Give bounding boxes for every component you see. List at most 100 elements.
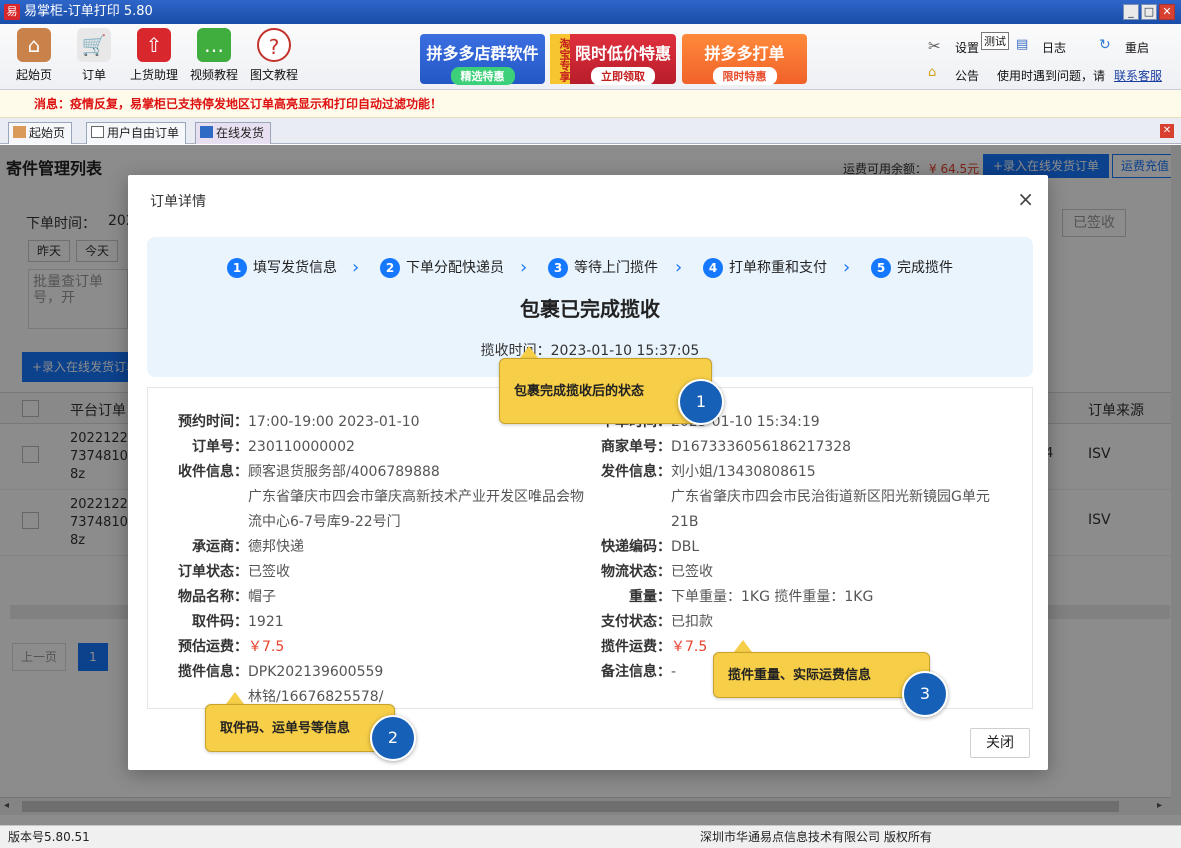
notice-link[interactable]: 公告 <box>955 67 979 84</box>
step-2: 2 下单分配快递员 <box>380 257 504 279</box>
field-value: DBL <box>671 539 700 555</box>
help-text: 使用时遇到问题，请 <box>997 69 1106 83</box>
field-label: 物品名称： <box>178 589 248 605</box>
settings-icon: ✂ <box>928 37 941 55</box>
restart-link[interactable]: 重启 <box>1125 39 1149 56</box>
field-label: 取件码： <box>192 614 248 630</box>
message-label: 消息： <box>34 97 71 111</box>
detail-left-row: 广东省肇庆市四会市肇庆高新技术产业开发区唯品会物 <box>178 487 584 507</box>
toolbar-orders-button[interactable]: 🛒 订单 <box>66 28 122 83</box>
tab-online-shipping-label: 在线发货 <box>216 126 265 140</box>
step-number: 1 <box>227 258 247 278</box>
chat-bubble-icon: … <box>197 28 231 62</box>
callout-1: 包裹完成揽收后的状态 1 <box>499 358 724 425</box>
copyright-text: 深圳市华通易点信息技术有限公司 版权所有 <box>700 830 932 844</box>
estimated-freight-value: ￥7.5 <box>248 639 285 655</box>
progress-steps-panel: 1 填写发货信息 › 2 下单分配快递员 › 3 等待上门揽件 › 4 打单称重和支付 … <box>147 237 1033 377</box>
banner-1-title: 拼多多店群软件 <box>426 44 539 63</box>
detail-left-row: 流中心6-7号库9-22号门 <box>178 512 401 532</box>
test-badge[interactable]: 测试 <box>981 32 1009 50</box>
detail-left-row: 预约时间：17:00-19:00 2023-01-10 <box>178 412 420 432</box>
chevron-right-icon: › <box>352 257 360 278</box>
field-value: 流中心6-7号库9-22号门 <box>248 514 401 530</box>
field-label: 订单状态： <box>178 564 248 580</box>
close-tab-icon[interactable]: ✕ <box>1160 124 1174 138</box>
home-icon: ⌂ <box>17 28 51 62</box>
restart-icon: ↻ <box>1099 37 1111 53</box>
modal-title: 订单详情 <box>150 194 206 210</box>
settings-link[interactable]: 设置 <box>955 39 979 56</box>
detail-right-row: 物流状态：已签收 <box>601 562 713 582</box>
minimize-button[interactable]: _ <box>1123 4 1139 20</box>
banner-taobao-discount[interactable]: 淘宝专享 限时低价特惠 立即领取 <box>550 34 676 85</box>
field-label: 物流状态： <box>601 564 671 580</box>
pickup-freight-value: ￥7.5 <box>671 639 708 655</box>
banner-3-sub: 限时特惠 <box>712 67 777 85</box>
banner-pdd-shop-group[interactable]: 拼多多店群软件 精选特惠 <box>420 34 545 85</box>
detail-left-row: 物品名称：帽子 <box>178 587 276 607</box>
status-bar: 版本号5.80.51 深圳市华通易点信息技术有限公司 版权所有 <box>0 825 1181 848</box>
banner-pdd-print[interactable]: 拼多多打单 限时特惠 <box>682 34 807 85</box>
field-label: 发件信息： <box>601 464 671 480</box>
step-number: 3 <box>548 258 568 278</box>
log-link[interactable]: 日志 <box>1042 39 1066 56</box>
field-value: 德邦快递 <box>248 539 304 555</box>
banner-1-sub: 精选特惠 <box>450 67 515 85</box>
field-label: 预估运费： <box>178 639 248 655</box>
field-value: 帽子 <box>248 589 276 605</box>
home-icon <box>13 126 26 138</box>
step-5: 5 完成揽件 <box>871 257 953 279</box>
step-3: 3 等待上门揽件 <box>548 257 658 279</box>
detail-left-row: 订单号：230110000002 <box>178 437 355 457</box>
close-button[interactable]: 关闭 <box>970 728 1030 758</box>
field-value: 广东省肇庆市四会市民治街道新区阳光新镜园G单元 <box>671 489 990 505</box>
callout-3-text: 揽件重量、实际运费信息 <box>728 668 872 683</box>
callout-1-pointer <box>520 346 538 358</box>
step-1: 1 填写发货信息 <box>227 257 337 279</box>
log-icon: ▤ <box>1016 37 1029 52</box>
contact-support-text[interactable]: 联系客服 <box>1114 69 1162 83</box>
pickup-time-value: 2023-01-10 15:37:05 <box>550 343 700 359</box>
step-number: 4 <box>703 258 723 278</box>
callout-3-pointer <box>734 640 752 652</box>
toolbar-video-tutorial-button[interactable]: … 视频教程 <box>186 28 242 83</box>
detail-right-row: 广东省肇庆市四会市民治街道新区阳光新镜园G单元 <box>601 487 990 507</box>
field-value: 17:00-19:00 2023-01-10 <box>248 414 420 430</box>
detail-left-row: 承运商：德邦快递 <box>178 537 304 557</box>
detail-left-row: 预估运费：￥7.5 <box>178 637 284 657</box>
modal-close-icon[interactable]: × <box>1017 187 1034 211</box>
toolbar-upload-assistant-button[interactable]: ⇧ 上货助理 <box>126 28 182 83</box>
tab-user-orders[interactable]: 用户自由订单 <box>86 122 187 144</box>
close-window-button[interactable]: ✕ <box>1159 4 1175 20</box>
callout-2-number: 2 <box>370 715 416 761</box>
window-title: 易掌柜-订单打印 5.80 <box>24 4 153 19</box>
pickup-time: 揽收时间：2023-01-10 15:37:05 <box>147 340 1033 360</box>
message-bar: 消息：疫情反复，易掌柜已支持停发地区订单高亮显示和打印自动过滤功能！ <box>0 90 1181 118</box>
field-label: 收件信息： <box>178 464 248 480</box>
tab-bar: 起始页 用户自由订单 在线发货 ✕ <box>0 118 1181 144</box>
chevron-right-icon: › <box>520 257 528 278</box>
field-label: 揽件运费： <box>601 639 671 655</box>
notice-icon: ⌂ <box>928 65 937 80</box>
banner-2-title: 限时低价特惠 <box>574 44 671 63</box>
detail-left-row: 揽件信息：DPK202139600559 <box>178 662 383 682</box>
callout-3: 揽件重量、实际运费信息 3 <box>713 652 948 717</box>
toolbar-home-button[interactable]: ⌂ 起始页 <box>6 28 62 83</box>
toolbar-image-tutorial-button[interactable]: ? 图文教程 <box>246 28 302 83</box>
toolbar-home-label: 起始页 <box>15 68 52 82</box>
contact-support-link[interactable]: 联系客服 <box>1114 67 1162 84</box>
callout-1-text: 包裹完成揽收后的状态 <box>514 384 645 399</box>
toolbar-orders-label: 订单 <box>81 68 106 82</box>
step-label: 下单分配快递员 <box>406 260 504 276</box>
help-icon: ? <box>257 28 291 62</box>
callout-2: 取件码、运单号等信息 2 <box>205 704 416 761</box>
step-4: 4 打单称重和支付 <box>703 257 827 279</box>
toolbar-help-label: 图文教程 <box>249 68 298 82</box>
tab-start[interactable]: 起始页 <box>8 122 73 144</box>
maximize-button[interactable]: □ <box>1141 4 1157 20</box>
upload-bag-icon: ⇧ <box>137 28 171 62</box>
field-label: 预约时间： <box>178 414 248 430</box>
field-value: 刘小姐/13430808615 <box>671 464 816 480</box>
package-status-title: 包裹已完成揽收 <box>520 297 660 321</box>
tab-online-shipping[interactable]: 在线发货 <box>195 122 272 144</box>
